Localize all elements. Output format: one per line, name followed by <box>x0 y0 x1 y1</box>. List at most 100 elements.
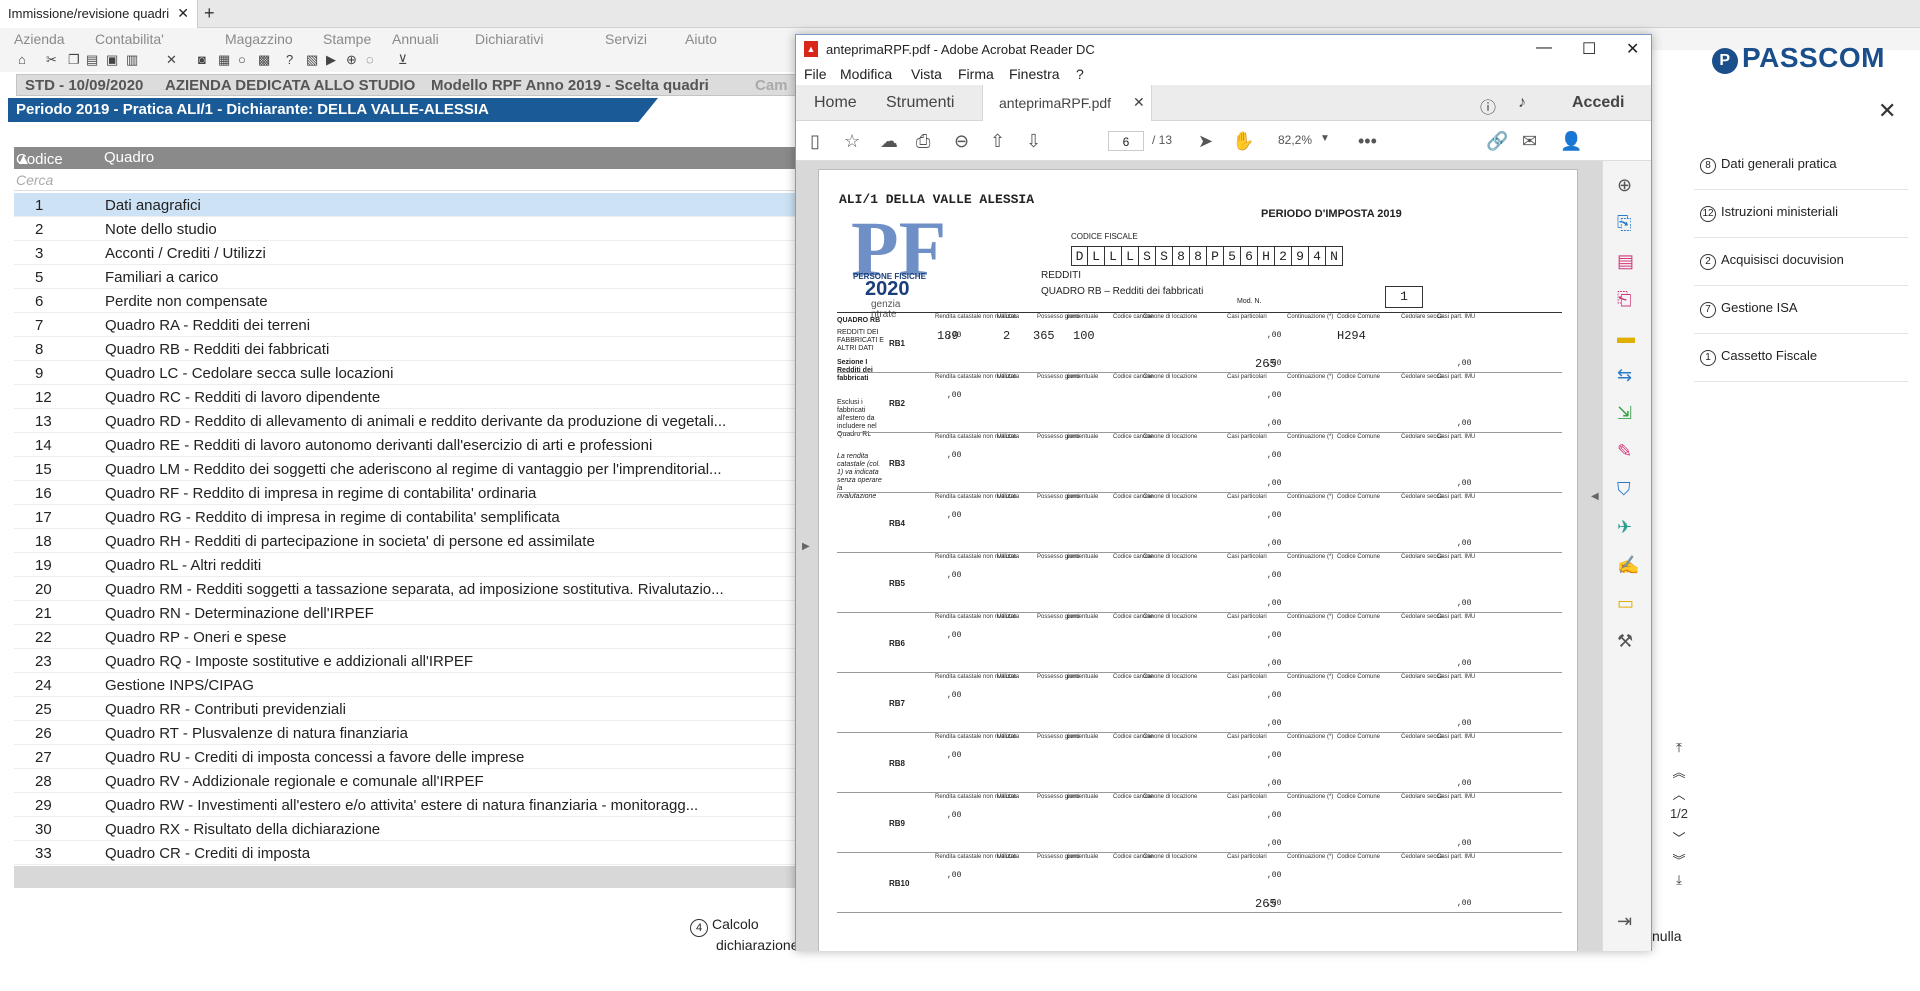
table-row[interactable]: 19 Quadro RL - Altri redditi <box>14 553 800 577</box>
docuvision-button[interactable]: 2 Acquisisci docuvision <box>1694 238 1908 286</box>
table-row[interactable]: 1 Dati anagrafici <box>14 193 800 217</box>
close-doc-icon[interactable]: ✕ <box>1133 94 1145 111</box>
table-row[interactable]: 5 Familiari a carico <box>14 265 800 289</box>
table-row[interactable]: 29 Quadro RW - Investimenti all'estero e/… <box>14 793 800 817</box>
page-down-icon[interactable]: ⇩ <box>1026 131 1041 152</box>
gestione-isa-button[interactable]: 7 Gestione ISA <box>1694 286 1908 334</box>
table-row[interactable]: 30 Quadro RX - Risultato della dichiarazi… <box>14 817 800 841</box>
menu-item-magazzino[interactable]: Magazzino <box>225 31 293 47</box>
close-tab-icon[interactable]: ✕ <box>177 5 189 22</box>
star-icon[interactable]: ☆ <box>844 131 860 152</box>
collapse-right-icon[interactable]: ◀ <box>1591 491 1599 502</box>
page-number-input[interactable]: 6 <box>1108 131 1144 151</box>
login-button[interactable]: Accedi <box>1572 94 1624 112</box>
home-icon[interactable]: ⌂ <box>18 52 26 67</box>
menu-item-azienda[interactable]: Azienda <box>14 31 65 47</box>
zoom-out-icon[interactable]: ⊖ <box>954 131 969 152</box>
table-row[interactable]: 25 Quadro RR - Contributi previdenziali <box>14 697 800 721</box>
menu-item-contabilita[interactable]: Contabilita' <box>95 31 164 47</box>
page-up-icon[interactable]: ︽ <box>1664 762 1694 784</box>
calcolo-dichiarazione-button[interactable]: 4 Calcolo dichiarazione <box>690 916 799 953</box>
tab-home[interactable]: Home <box>814 94 857 112</box>
close-icon[interactable]: ✕ <box>1878 98 1896 124</box>
next-icon[interactable]: ﹀ <box>1664 828 1694 850</box>
first-page-icon[interactable]: ⤒ <box>1664 740 1694 762</box>
exit-icon[interactable]: ⇥ <box>1617 911 1632 932</box>
add-user-icon[interactable]: 👤 <box>1560 131 1582 152</box>
table-row[interactable]: 6 Perdite non compensate <box>14 289 800 313</box>
export-pdf-icon[interactable]: ⎘ <box>1617 213 1631 234</box>
tools-wrench-icon[interactable]: ⚒ <box>1617 631 1633 652</box>
select-cursor-icon[interactable]: ➤ <box>1198 131 1213 152</box>
table-row[interactable]: 17 Quadro RG - Reddito di impresa in regi… <box>14 505 800 529</box>
cart-icon[interactable]: ⊻ <box>398 52 408 68</box>
acro-menu-vista[interactable]: Vista <box>911 66 942 82</box>
menu-item-stampe[interactable]: Stampe <box>323 31 371 47</box>
table-row[interactable]: 2 Note dello studio <box>14 217 800 241</box>
create-pdf-icon[interactable]: ⎗ <box>1617 289 1631 310</box>
acro-menu-help[interactable]: ? <box>1076 66 1084 82</box>
copy-icon[interactable]: ❐ <box>68 52 80 68</box>
table-row[interactable]: 15 Quadro LM - Reddito dei soggetti che a… <box>14 457 800 481</box>
video-icon[interactable]: ▶ <box>326 52 336 68</box>
minimize-icon[interactable]: — <box>1536 39 1552 57</box>
comment-icon[interactable]: ▬ <box>1617 327 1635 348</box>
tab-strumenti[interactable]: Strumenti <box>886 94 954 112</box>
upload-icon[interactable]: ☁ <box>880 131 898 152</box>
istruzioni-button[interactable]: 12 Istruzioni ministeriali <box>1694 190 1908 238</box>
table-row[interactable]: 28 Quadro RV - Addizionale regionale e co… <box>14 769 800 793</box>
paste-icon[interactable]: ▤ <box>86 52 98 68</box>
prev-icon[interactable]: ︿ <box>1664 784 1694 806</box>
acro-menu-firma[interactable]: Firma <box>958 66 994 82</box>
help-icon[interactable]: ? <box>286 52 293 67</box>
menu-item-dichiarativi[interactable]: Dichiarativi <box>475 31 543 47</box>
menu-item-servizi[interactable]: Servizi <box>605 31 647 47</box>
table-row[interactable]: 27 Quadro RU - Crediti di imposta concess… <box>14 745 800 769</box>
new-tab-icon[interactable]: + <box>204 3 215 24</box>
page-down-icon[interactable]: ︾ <box>1664 850 1694 872</box>
save-icon[interactable]: ▯ <box>810 131 820 152</box>
maximize-icon[interactable]: ☐ <box>1582 39 1596 59</box>
table-row[interactable]: 8 Quadro RB - Redditi dei fabbricati <box>14 337 800 361</box>
send-icon[interactable]: ✈ <box>1617 517 1632 538</box>
pdf-viewer[interactable]: ▶ ALI/1 DELLA VALLE ALESSIA PERIODO D'IM… <box>796 161 1602 951</box>
table-row[interactable]: 7 Quadro RA - Redditi dei terreni <box>14 313 800 337</box>
last-page-icon[interactable]: ⤓ <box>1664 872 1694 894</box>
table-row[interactable]: 9 Quadro LC - Cedolare secca sulle locazi… <box>14 361 800 385</box>
table-row[interactable]: 24 Gestione INPS/CIPAG <box>14 673 800 697</box>
table-row[interactable]: 26 Quadro RT - Plusvalenze di natura fina… <box>14 721 800 745</box>
bell-icon[interactable]: ♪ <box>1518 94 1526 112</box>
table-row[interactable]: 14 Quadro RE - Redditi di lavoro autonomo… <box>14 433 800 457</box>
search-icon[interactable]: ○ <box>238 52 246 67</box>
sign-icon[interactable]: ✍ <box>1617 555 1639 576</box>
cut-icon[interactable]: ✂ <box>46 52 57 68</box>
acro-menu-file[interactable]: File <box>804 66 827 82</box>
browser-tab[interactable]: Immissione/revisione quadri ✕ <box>0 0 198 28</box>
table-row[interactable]: 3 Acconti / Crediti / Utilizzi <box>14 241 800 265</box>
table-row[interactable]: 20 Quadro RM - Redditi soggetti a tassazi… <box>14 577 800 601</box>
menu-item-annuali[interactable]: Annuali <box>392 31 439 47</box>
organize-icon[interactable]: ▤ <box>1617 251 1634 272</box>
table-icon[interactable]: ▩ <box>258 52 270 68</box>
cassetto-fiscale-button[interactable]: 1 Cassetto Fiscale <box>1694 334 1908 382</box>
zoom-dropdown-icon[interactable]: ▼ <box>1320 133 1330 144</box>
hand-tool-icon[interactable]: ✋ <box>1232 131 1254 152</box>
combine-icon[interactable]: ⇆ <box>1617 365 1632 386</box>
print-icon[interactable]: ⎙ <box>916 131 930 152</box>
document-icon[interactable]: ▧ <box>306 52 318 68</box>
menu-item-aiuto[interactable]: Aiuto <box>685 31 717 47</box>
help-circle-icon[interactable]: ⓘ <box>1480 94 1496 118</box>
table-row[interactable]: 13 Quadro RD - Reddito di allevamento di … <box>14 409 800 433</box>
camera-icon[interactable]: ◙ <box>198 52 206 67</box>
note-icon[interactable]: ▭ <box>1617 593 1634 614</box>
compress-icon[interactable]: ⇲ <box>1617 403 1632 424</box>
table-row[interactable]: 12 Quadro RC - Redditi di lavoro dipenden… <box>14 385 800 409</box>
annulla-button[interactable]: nulla <box>1652 928 1682 944</box>
zoom-level[interactable]: 82,2% <box>1278 133 1312 147</box>
link-icon[interactable]: ⊕ <box>346 52 357 68</box>
window-icon[interactable]: ▣ <box>106 52 118 68</box>
link-icon[interactable]: 🔗 <box>1486 131 1508 152</box>
tab-document[interactable]: anteprimaRPF.pdf ✕ <box>982 85 1152 121</box>
acro-menu-finestra[interactable]: Finestra <box>1009 66 1060 82</box>
zoom-tool-icon[interactable]: ⊕ <box>1617 175 1632 196</box>
